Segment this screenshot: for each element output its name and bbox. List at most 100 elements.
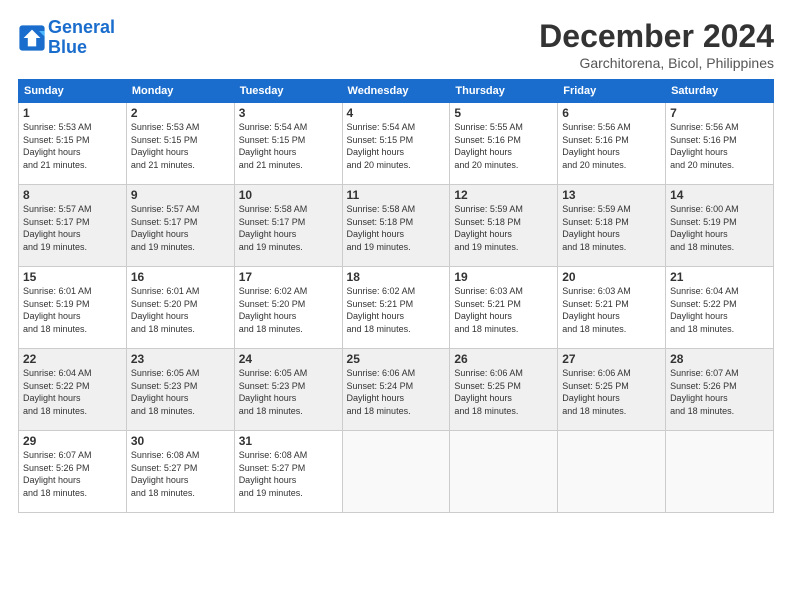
table-cell: 17 Sunrise: 6:02 AM Sunset: 5:20 PM Dayl…	[234, 267, 342, 349]
day-number: 25	[347, 352, 446, 366]
day-number: 9	[131, 188, 230, 202]
calendar-header-row: Sunday Monday Tuesday Wednesday Thursday…	[19, 80, 774, 103]
day-info: Sunrise: 6:02 AM Sunset: 5:21 PM Dayligh…	[347, 285, 446, 335]
table-cell: 31 Sunrise: 6:08 AM Sunset: 5:27 PM Dayl…	[234, 431, 342, 513]
table-cell: 16 Sunrise: 6:01 AM Sunset: 5:20 PM Dayl…	[126, 267, 234, 349]
page: General Blue December 2024 Garchitorena,…	[0, 0, 792, 612]
day-number: 15	[23, 270, 122, 284]
day-info: Sunrise: 6:07 AM Sunset: 5:26 PM Dayligh…	[23, 449, 122, 499]
table-cell: 10 Sunrise: 5:58 AM Sunset: 5:17 PM Dayl…	[234, 185, 342, 267]
table-cell: 25 Sunrise: 6:06 AM Sunset: 5:24 PM Dayl…	[342, 349, 450, 431]
day-info: Sunrise: 5:56 AM Sunset: 5:16 PM Dayligh…	[562, 121, 661, 171]
day-info: Sunrise: 5:53 AM Sunset: 5:15 PM Dayligh…	[23, 121, 122, 171]
day-number: 13	[562, 188, 661, 202]
table-cell: 4 Sunrise: 5:54 AM Sunset: 5:15 PM Dayli…	[342, 103, 450, 185]
col-thursday: Thursday	[450, 80, 558, 103]
table-cell: 11 Sunrise: 5:58 AM Sunset: 5:18 PM Dayl…	[342, 185, 450, 267]
title-block: December 2024 Garchitorena, Bicol, Phili…	[539, 18, 774, 71]
day-info: Sunrise: 6:02 AM Sunset: 5:20 PM Dayligh…	[239, 285, 338, 335]
day-number: 29	[23, 434, 122, 448]
day-number: 16	[131, 270, 230, 284]
day-number: 12	[454, 188, 553, 202]
logo: General Blue	[18, 18, 115, 58]
table-cell	[666, 431, 774, 513]
day-number: 10	[239, 188, 338, 202]
day-number: 19	[454, 270, 553, 284]
day-info: Sunrise: 5:58 AM Sunset: 5:18 PM Dayligh…	[347, 203, 446, 253]
col-saturday: Saturday	[666, 80, 774, 103]
day-info: Sunrise: 6:06 AM Sunset: 5:24 PM Dayligh…	[347, 367, 446, 417]
day-number: 17	[239, 270, 338, 284]
day-number: 8	[23, 188, 122, 202]
day-number: 26	[454, 352, 553, 366]
table-cell: 22 Sunrise: 6:04 AM Sunset: 5:22 PM Dayl…	[19, 349, 127, 431]
day-info: Sunrise: 5:57 AM Sunset: 5:17 PM Dayligh…	[23, 203, 122, 253]
table-cell: 23 Sunrise: 6:05 AM Sunset: 5:23 PM Dayl…	[126, 349, 234, 431]
col-sunday: Sunday	[19, 80, 127, 103]
day-number: 24	[239, 352, 338, 366]
calendar-row-5: 29 Sunrise: 6:07 AM Sunset: 5:26 PM Dayl…	[19, 431, 774, 513]
day-number: 18	[347, 270, 446, 284]
table-cell: 6 Sunrise: 5:56 AM Sunset: 5:16 PM Dayli…	[558, 103, 666, 185]
day-info: Sunrise: 6:06 AM Sunset: 5:25 PM Dayligh…	[562, 367, 661, 417]
day-number: 2	[131, 106, 230, 120]
day-info: Sunrise: 6:00 AM Sunset: 5:19 PM Dayligh…	[670, 203, 769, 253]
table-cell: 3 Sunrise: 5:54 AM Sunset: 5:15 PM Dayli…	[234, 103, 342, 185]
calendar-row-3: 15 Sunrise: 6:01 AM Sunset: 5:19 PM Dayl…	[19, 267, 774, 349]
day-info: Sunrise: 5:55 AM Sunset: 5:16 PM Dayligh…	[454, 121, 553, 171]
day-info: Sunrise: 6:05 AM Sunset: 5:23 PM Dayligh…	[239, 367, 338, 417]
day-info: Sunrise: 6:06 AM Sunset: 5:25 PM Dayligh…	[454, 367, 553, 417]
table-cell	[450, 431, 558, 513]
day-number: 1	[23, 106, 122, 120]
table-cell: 24 Sunrise: 6:05 AM Sunset: 5:23 PM Dayl…	[234, 349, 342, 431]
table-cell: 2 Sunrise: 5:53 AM Sunset: 5:15 PM Dayli…	[126, 103, 234, 185]
table-cell: 21 Sunrise: 6:04 AM Sunset: 5:22 PM Dayl…	[666, 267, 774, 349]
day-number: 7	[670, 106, 769, 120]
table-cell: 20 Sunrise: 6:03 AM Sunset: 5:21 PM Dayl…	[558, 267, 666, 349]
day-info: Sunrise: 5:56 AM Sunset: 5:16 PM Dayligh…	[670, 121, 769, 171]
table-cell	[558, 431, 666, 513]
day-info: Sunrise: 5:53 AM Sunset: 5:15 PM Dayligh…	[131, 121, 230, 171]
day-number: 6	[562, 106, 661, 120]
table-cell: 26 Sunrise: 6:06 AM Sunset: 5:25 PM Dayl…	[450, 349, 558, 431]
calendar-table: Sunday Monday Tuesday Wednesday Thursday…	[18, 79, 774, 513]
day-number: 4	[347, 106, 446, 120]
day-info: Sunrise: 5:58 AM Sunset: 5:17 PM Dayligh…	[239, 203, 338, 253]
table-cell: 12 Sunrise: 5:59 AM Sunset: 5:18 PM Dayl…	[450, 185, 558, 267]
table-cell: 18 Sunrise: 6:02 AM Sunset: 5:21 PM Dayl…	[342, 267, 450, 349]
calendar-row-1: 1 Sunrise: 5:53 AM Sunset: 5:15 PM Dayli…	[19, 103, 774, 185]
day-info: Sunrise: 5:54 AM Sunset: 5:15 PM Dayligh…	[239, 121, 338, 171]
header: General Blue December 2024 Garchitorena,…	[18, 18, 774, 71]
table-cell: 5 Sunrise: 5:55 AM Sunset: 5:16 PM Dayli…	[450, 103, 558, 185]
table-cell	[342, 431, 450, 513]
col-tuesday: Tuesday	[234, 80, 342, 103]
day-number: 14	[670, 188, 769, 202]
table-cell: 19 Sunrise: 6:03 AM Sunset: 5:21 PM Dayl…	[450, 267, 558, 349]
day-info: Sunrise: 6:08 AM Sunset: 5:27 PM Dayligh…	[239, 449, 338, 499]
day-info: Sunrise: 6:03 AM Sunset: 5:21 PM Dayligh…	[454, 285, 553, 335]
logo-text: General Blue	[48, 18, 115, 58]
day-number: 27	[562, 352, 661, 366]
col-wednesday: Wednesday	[342, 80, 450, 103]
day-number: 23	[131, 352, 230, 366]
day-info: Sunrise: 5:57 AM Sunset: 5:17 PM Dayligh…	[131, 203, 230, 253]
day-info: Sunrise: 6:01 AM Sunset: 5:19 PM Dayligh…	[23, 285, 122, 335]
table-cell: 14 Sunrise: 6:00 AM Sunset: 5:19 PM Dayl…	[666, 185, 774, 267]
table-cell: 13 Sunrise: 5:59 AM Sunset: 5:18 PM Dayl…	[558, 185, 666, 267]
table-cell: 15 Sunrise: 6:01 AM Sunset: 5:19 PM Dayl…	[19, 267, 127, 349]
day-number: 5	[454, 106, 553, 120]
day-number: 28	[670, 352, 769, 366]
day-info: Sunrise: 6:05 AM Sunset: 5:23 PM Dayligh…	[131, 367, 230, 417]
table-cell: 27 Sunrise: 6:06 AM Sunset: 5:25 PM Dayl…	[558, 349, 666, 431]
table-cell: 7 Sunrise: 5:56 AM Sunset: 5:16 PM Dayli…	[666, 103, 774, 185]
table-cell: 1 Sunrise: 5:53 AM Sunset: 5:15 PM Dayli…	[19, 103, 127, 185]
table-cell: 9 Sunrise: 5:57 AM Sunset: 5:17 PM Dayli…	[126, 185, 234, 267]
day-info: Sunrise: 6:03 AM Sunset: 5:21 PM Dayligh…	[562, 285, 661, 335]
calendar-row-4: 22 Sunrise: 6:04 AM Sunset: 5:22 PM Dayl…	[19, 349, 774, 431]
col-monday: Monday	[126, 80, 234, 103]
day-info: Sunrise: 5:59 AM Sunset: 5:18 PM Dayligh…	[454, 203, 553, 253]
day-info: Sunrise: 6:08 AM Sunset: 5:27 PM Dayligh…	[131, 449, 230, 499]
day-number: 21	[670, 270, 769, 284]
day-info: Sunrise: 6:04 AM Sunset: 5:22 PM Dayligh…	[670, 285, 769, 335]
day-number: 22	[23, 352, 122, 366]
